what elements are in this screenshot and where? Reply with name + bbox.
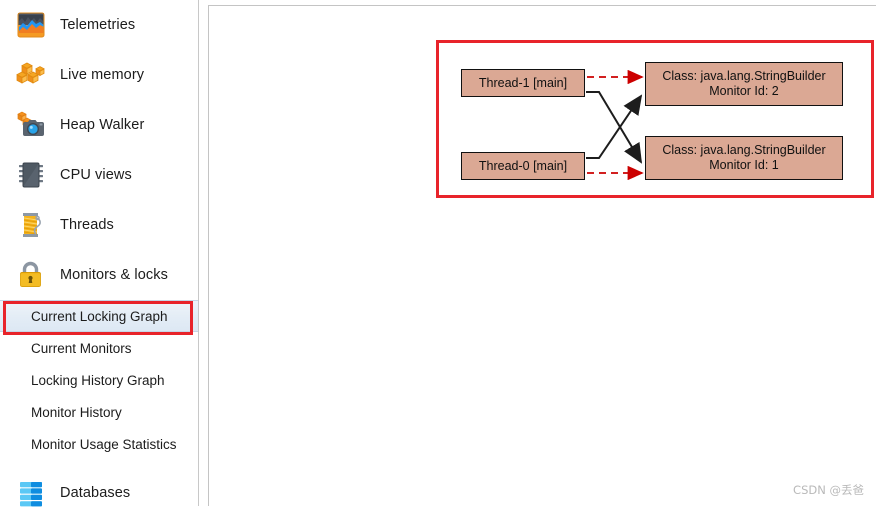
telemetries-chart-icon (14, 8, 48, 42)
monitor-node-id: Monitor Id: 2 (709, 84, 779, 98)
sidebar-item-telemetries[interactable]: Telemetries (0, 0, 198, 50)
sidebar-subitem-label: Locking History Graph (31, 372, 165, 388)
sidebar-subitem-label: Monitor Usage Statistics (31, 436, 177, 452)
sidebar-item-label: CPU views (60, 167, 132, 183)
sidebar-item-cpu-views[interactable]: CPU views (0, 150, 198, 200)
thread-node-label: Thread-0 [main] (478, 158, 568, 173)
sidebar: Telemetries Live memory Heap Walker CPU … (0, 0, 199, 507)
sidebar-subitem-label: Current Locking Graph (31, 308, 168, 324)
sidebar-item-label: Threads (60, 217, 114, 233)
sidebar-item-label: Databases (60, 485, 131, 501)
cpu-chip-icon (14, 158, 48, 192)
thread-node[interactable]: Thread-0 [main] (461, 152, 585, 180)
sidebar-item-heap-walker[interactable]: Heap Walker (0, 100, 198, 150)
content-area: Thread-1 [main] Thread-0 [main] Class: j… (199, 0, 876, 506)
monitor-node[interactable]: Class: java.lang.StringBuilder Monitor I… (645, 136, 843, 180)
monitor-node[interactable]: Class: java.lang.StringBuilder Monitor I… (645, 62, 843, 106)
watermark: CSDN @丢爸 (793, 483, 864, 497)
sidebar-subitem-label: Monitor History (31, 404, 122, 420)
live-memory-blocks-icon (14, 58, 48, 92)
sidebar-item-monitor-usage-statistics[interactable]: Monitor Usage Statistics (0, 428, 198, 460)
heap-walker-camera-icon (14, 108, 48, 142)
locking-graph-canvas[interactable]: Thread-1 [main] Thread-0 [main] Class: j… (209, 6, 876, 506)
sidebar-subitem-label: Current Monitors (31, 340, 132, 356)
threads-spool-icon (14, 208, 48, 242)
sidebar-item-live-memory[interactable]: Live memory (0, 50, 198, 100)
thread-node-label: Thread-1 [main] (478, 75, 568, 90)
sidebar-item-threads[interactable]: Threads (0, 200, 198, 250)
app-window: Telemetries Live memory Heap Walker CPU … (0, 0, 876, 507)
monitor-node-class: Class: java.lang.StringBuilder (662, 143, 826, 157)
monitor-node-class: Class: java.lang.StringBuilder (662, 69, 826, 83)
sidebar-item-monitor-history[interactable]: Monitor History (0, 396, 198, 428)
thread-node[interactable]: Thread-1 [main] (461, 69, 585, 97)
padlock-icon (14, 258, 48, 292)
sidebar-item-label: Heap Walker (60, 117, 145, 133)
sidebar-item-label: Monitors & locks (60, 267, 168, 283)
sidebar-item-label: Live memory (60, 67, 145, 83)
sidebar-item-current-locking-graph[interactable]: Current Locking Graph (0, 300, 198, 332)
monitor-node-id: Monitor Id: 1 (709, 158, 779, 172)
sidebar-item-locking-history-graph[interactable]: Locking History Graph (0, 364, 198, 396)
sidebar-item-monitors-and-locks[interactable]: Monitors & locks (0, 250, 198, 300)
locking-graph-panel: Thread-1 [main] Thread-0 [main] Class: j… (208, 5, 876, 506)
sidebar-item-label: Telemetries (60, 17, 136, 33)
databases-stack-icon (14, 476, 48, 510)
sidebar-item-current-monitors[interactable]: Current Monitors (0, 332, 198, 364)
sidebar-item-databases[interactable]: Databases (0, 468, 198, 518)
